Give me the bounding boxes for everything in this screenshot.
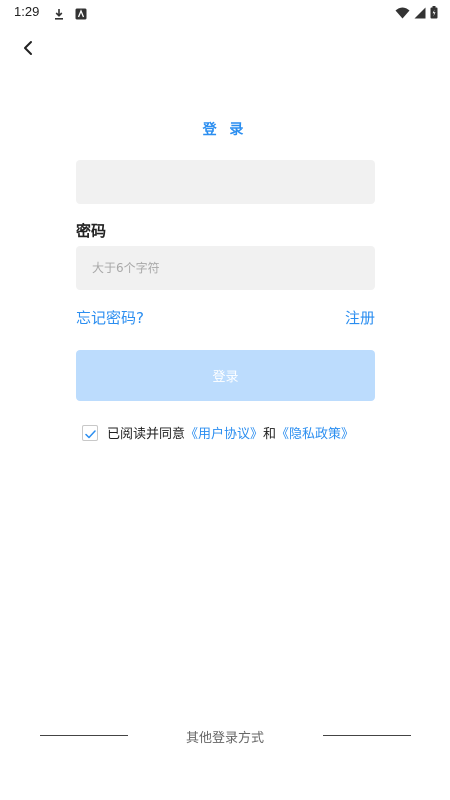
agreement-checkbox[interactable] [82,425,98,441]
user-agreement-link[interactable]: 《用户协议》 [185,427,263,442]
app-notification-icon [75,5,87,20]
status-time: 1:29 [14,4,40,19]
login-button[interactable]: 登录 [76,350,375,401]
register-link[interactable]: 注册 [345,307,375,328]
agreement-conjunction: 和 [263,427,277,442]
page-title: 登 录 [202,122,248,138]
battery-icon [430,4,438,23]
agreement-prefix: 已阅读并同意 [107,427,186,442]
signal-icon [414,4,426,23]
back-button[interactable] [14,36,42,64]
status-icons [395,4,438,23]
agreement-text: 已阅读并同意《用户协议》和《隐私政策》 [107,423,354,442]
wifi-icon [395,4,410,23]
back-arrow-icon [21,40,35,60]
other-login-methods-label: 其他登录方式 [185,731,264,746]
divider-right [323,735,411,736]
privacy-policy-link[interactable]: 《隐私政策》 [276,427,354,442]
forgot-password-link[interactable]: 忘记密码? [76,307,144,328]
password-input[interactable] [76,246,375,290]
download-icon [53,5,65,20]
password-label: 密码 [76,222,107,240]
checkmark-icon [84,424,96,443]
account-input[interactable] [76,160,375,204]
